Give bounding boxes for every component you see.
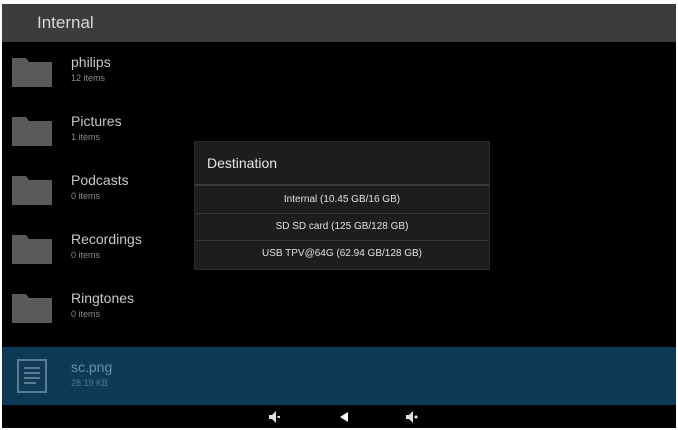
file-name: Recordings [71, 231, 142, 247]
file-name: sc.png [71, 359, 113, 375]
file-meta: 0 items [71, 191, 101, 201]
file-meta: 12 items [71, 73, 106, 83]
destination-option-internal[interactable]: Internal (10.45 GB/16 GB) [195, 187, 489, 213]
folder-icon [12, 235, 52, 264]
destination-option-usb[interactable]: USB TPV@64G (62.94 GB/128 GB) [195, 241, 489, 267]
file-row-sc-png[interactable]: sc.png 28.19 KB [2, 347, 676, 405]
volume-up-icon[interactable] [403, 409, 419, 425]
app-bar: Internal [2, 4, 676, 42]
dialog-divider [195, 184, 489, 186]
app-bar-title: Internal [37, 13, 94, 32]
folder-icon [12, 294, 52, 323]
dialog-title: Destination [207, 155, 278, 171]
file-name: Ringtones [71, 290, 135, 306]
folder-icon [12, 58, 52, 87]
document-icon [17, 359, 47, 393]
navigation-bar [2, 406, 676, 428]
volume-down-icon[interactable] [266, 409, 282, 425]
file-name: Pictures [71, 113, 122, 129]
file-name: philips [71, 54, 111, 70]
destination-dialog: Destination Internal (10.45 GB/16 GB) SD… [195, 142, 489, 269]
file-meta: 28.19 KB [71, 378, 109, 388]
folder-icon [12, 176, 52, 205]
file-meta: 0 items [71, 309, 101, 319]
file-row-ringtones[interactable]: Ringtones 0 items [2, 278, 676, 336]
file-row-philips[interactable]: philips 12 items [2, 42, 676, 100]
file-meta: 0 items [71, 250, 101, 260]
file-meta: 1 items [71, 132, 101, 142]
file-manager-screen: Internal philips 12 items Pictures 1 ite… [2, 4, 676, 428]
destination-option-sd-card[interactable]: SD SD card (125 GB/128 GB) [195, 214, 489, 240]
folder-icon [12, 117, 52, 146]
back-icon[interactable] [336, 409, 352, 425]
file-name: Podcasts [71, 172, 129, 188]
